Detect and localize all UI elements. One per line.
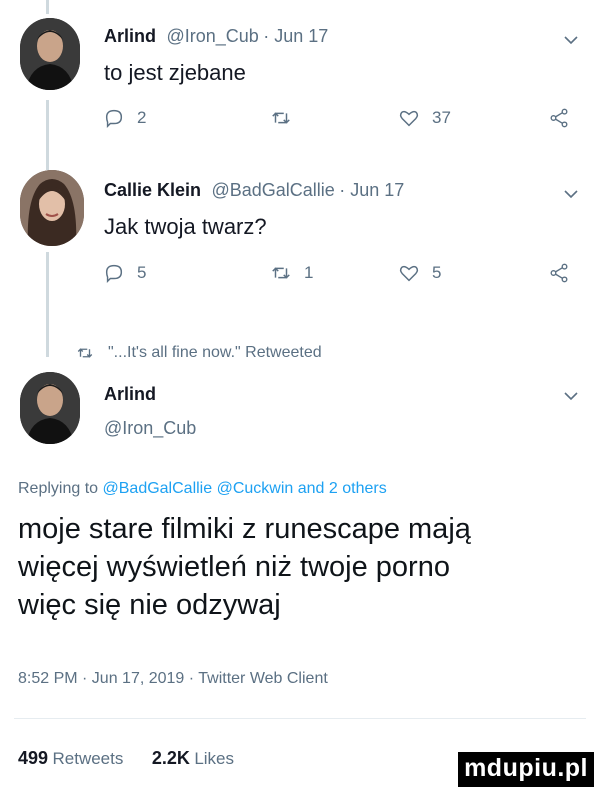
author-name[interactable]: Callie Klein [104,180,201,200]
separator: · [339,180,351,200]
author-name[interactable]: Arlind [104,26,156,46]
chevron-down-icon[interactable] [563,32,579,48]
like-count: 5 [432,263,442,282]
replying-prefix: Replying to [18,480,99,497]
main-tweet-line: moje stare filmiki z runescape mają [18,513,471,545]
avatar[interactable] [20,372,80,444]
retweets-label[interactable]: Retweets [53,749,124,768]
chevron-down-icon[interactable] [563,388,579,404]
tweet-stats: 499 Retweets 2.2K Likes [18,748,234,769]
reply-button[interactable]: 2 [103,107,146,129]
retweet-icon [272,112,290,124]
avatar-photo [20,170,84,246]
replying-mentions[interactable]: @BadGalCallie @Cuckwin [103,480,294,497]
tweet-date[interactable]: Jun 17 [274,26,328,46]
share-button[interactable] [548,107,582,129]
reply-icon [105,109,123,129]
author-handle[interactable]: @Iron_Cub [104,418,196,439]
author-name[interactable]: Arlind [104,384,156,405]
retweet-button[interactable] [270,107,304,129]
retweet-icon [272,267,290,279]
avatar[interactable] [20,170,84,246]
retweet-icon [77,348,93,358]
likes-label[interactable]: Likes [194,749,234,768]
avatar[interactable] [20,18,80,90]
avatar-photo [20,18,80,90]
like-button[interactable]: 5 [398,262,441,284]
retweet-notice: "...It's all fine now." Retweeted [76,344,322,362]
reply-count: 2 [137,108,147,127]
author-handle[interactable]: @Iron_Cub [166,26,258,46]
tweet-date[interactable]: Jun 17 [350,180,404,200]
reply-count: 5 [137,263,147,282]
heart-icon [399,265,419,282]
heart-icon [399,110,419,127]
thread-line-1 [46,100,49,170]
retweet-notice-text[interactable]: "...It's all fine now." Retweeted [108,344,322,362]
avatar-photo [20,372,80,444]
divider [14,718,586,719]
likes-count[interactable]: 2.2K [152,748,190,768]
replying-others[interactable]: and 2 others [298,480,387,497]
share-icon [550,108,568,128]
reply-button[interactable]: 5 [103,262,146,284]
share-icon [550,263,568,283]
share-button[interactable] [548,262,582,284]
main-tweet-text: moje stare filmiki z runescape mają więc… [18,510,471,624]
chevron-down-icon[interactable] [563,186,579,202]
tweet-timestamp[interactable]: 8:52 PM · Jun 17, 2019 · Twitter Web Cli… [18,670,328,688]
reply-icon [105,264,123,284]
thread-line-2 [46,252,49,357]
author-handle[interactable]: @BadGalCallie [211,180,334,200]
retweet-button[interactable]: 1 [270,262,313,284]
like-button[interactable]: 37 [398,107,451,129]
tweet-text: to jest zjebane [104,60,246,85]
retweet-count: 1 [304,263,314,282]
like-count: 37 [432,108,451,127]
separator: · [263,26,275,46]
watermark: mdupiu.pl [458,752,594,787]
tweet-text: Jak twoja twarz? [104,214,267,239]
retweets-count[interactable]: 499 [18,748,48,768]
replying-to: Replying to @BadGalCallie @Cuckwin and 2… [18,480,387,498]
main-tweet-line: więcej wyświetleń niż twoje porno [18,551,450,583]
main-tweet-line: więc się nie odzywaj [18,589,281,621]
thread-line-top [46,0,49,14]
